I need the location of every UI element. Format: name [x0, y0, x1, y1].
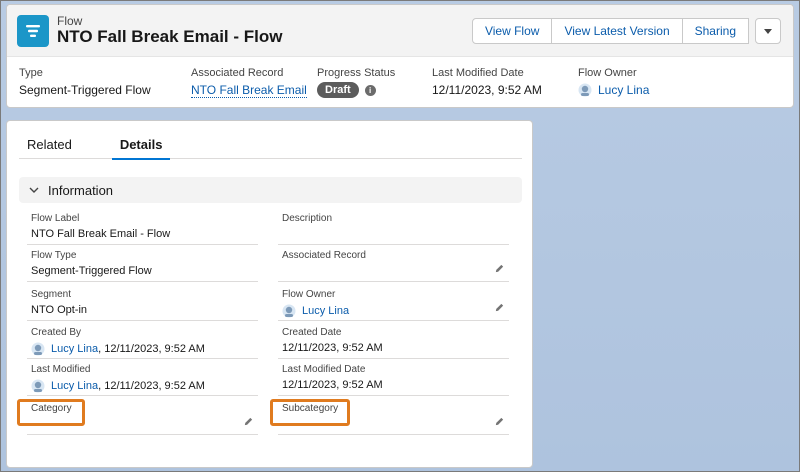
field-flow-type: Flow Type Segment-Triggered Flow	[27, 246, 258, 282]
category-highlight-box	[17, 399, 85, 426]
field-created-by: Created By Lucy Lina , 12/11/2023, 9:52 …	[27, 323, 258, 359]
pencil-edit-icon[interactable]	[494, 416, 505, 427]
tab-bar: Related Details	[19, 131, 522, 160]
highlight-associated-record: Associated Record NTO Fall Break Email	[191, 67, 307, 98]
object-label: Flow	[57, 14, 83, 28]
flow-icon	[17, 15, 49, 47]
tab-related[interactable]: Related	[19, 131, 80, 159]
field-associated-record: Associated Record	[278, 246, 509, 282]
section-title: Information	[48, 182, 114, 198]
pencil-edit-icon[interactable]	[243, 416, 254, 427]
field-created-date: Created Date 12/11/2023, 9:52 AM	[278, 323, 509, 359]
highlight-last-modified-date: Last Modified Date 12/11/2023, 9:52 AM	[432, 67, 542, 97]
record-header: Flow NTO Fall Break Email - Flow View Fl…	[6, 4, 794, 108]
user-avatar-icon	[31, 342, 45, 356]
tab-details[interactable]: Details	[111, 131, 171, 160]
pencil-edit-icon[interactable]	[494, 302, 505, 313]
info-icon[interactable]: i	[364, 84, 376, 96]
field-last-modified-date: Last Modified Date 12/11/2023, 9:52 AM	[278, 360, 509, 396]
highlight-type: Type Segment-Triggered Flow	[19, 67, 151, 97]
subcategory-highlight-box	[270, 399, 350, 426]
view-latest-version-button[interactable]: View Latest Version	[551, 18, 683, 44]
field-flow-owner: Flow Owner Lucy Lina	[278, 285, 509, 321]
flow-owner-field-link[interactable]: Lucy Lina	[302, 305, 349, 317]
header-actions: View Flow View Latest Version Sharing	[471, 18, 781, 44]
pencil-edit-icon[interactable]	[494, 263, 505, 274]
user-avatar-icon	[282, 304, 296, 318]
status-badge: Draft	[317, 82, 359, 98]
view-flow-button[interactable]: View Flow	[471, 18, 553, 44]
field-last-modified: Last Modified Lucy Lina , 12/11/2023, 9:…	[27, 360, 258, 396]
header-title-bar: Flow NTO Fall Break Email - Flow View Fl…	[7, 5, 793, 57]
field-segment: Segment NTO Opt-in	[27, 285, 258, 321]
created-by-link[interactable]: Lucy Lina	[51, 343, 98, 355]
chevron-down-icon	[29, 187, 39, 193]
last-modified-by-link[interactable]: Lucy Lina	[51, 380, 98, 392]
field-flow-label: Flow Label NTO Fall Break Email - Flow	[27, 209, 258, 245]
details-card: Related Details Information Flow Label N…	[6, 120, 533, 468]
user-avatar-icon	[31, 379, 45, 393]
more-actions-button[interactable]	[755, 18, 781, 44]
associated-record-link[interactable]: NTO Fall Break Email	[191, 83, 307, 98]
user-avatar-icon	[578, 83, 592, 97]
information-section-header[interactable]: Information	[19, 177, 522, 203]
chevron-down-icon	[764, 29, 772, 34]
sharing-button[interactable]: Sharing	[681, 18, 749, 44]
highlights-panel: Type Segment-Triggered Flow Associated R…	[19, 67, 793, 107]
highlight-progress-status: Progress Status Draft i	[317, 67, 396, 98]
record-title: NTO Fall Break Email - Flow	[57, 27, 283, 46]
flow-owner-link[interactable]: Lucy Lina	[598, 83, 649, 97]
highlight-flow-owner: Flow Owner Lucy Lina	[578, 67, 650, 97]
field-description: Description	[278, 209, 509, 245]
